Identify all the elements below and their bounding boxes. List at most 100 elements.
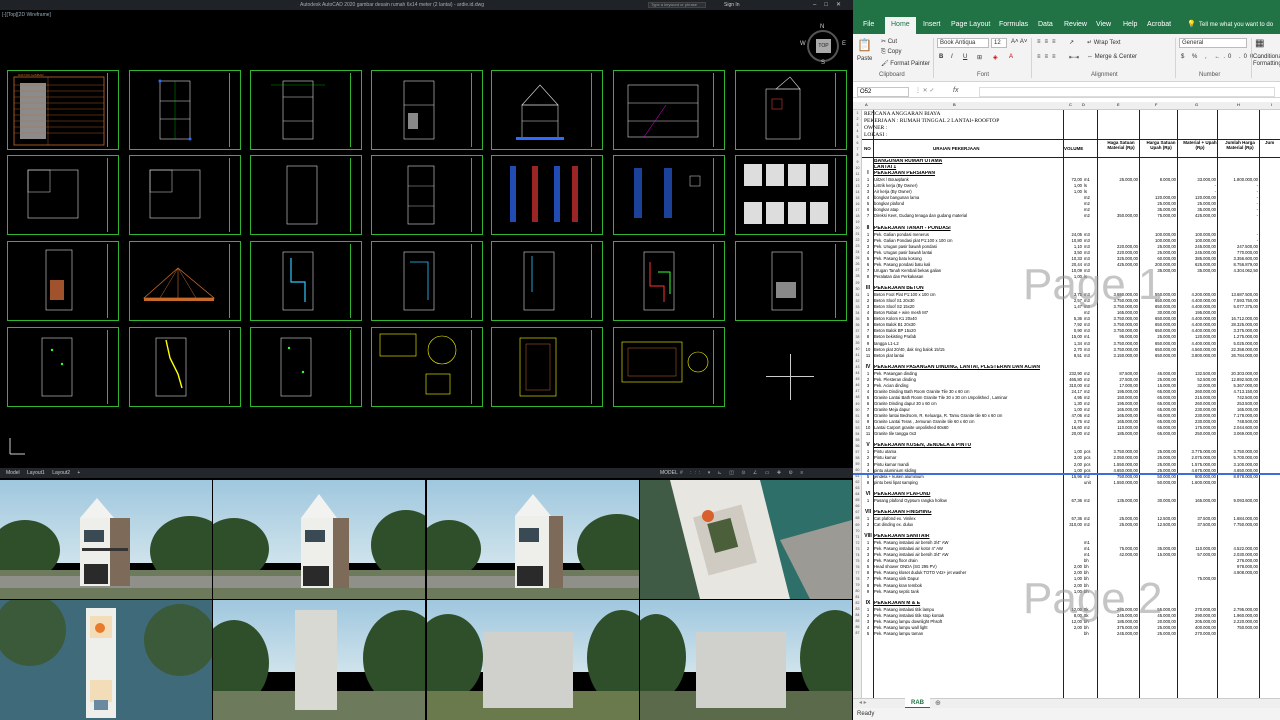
tab-help[interactable]: Help xyxy=(1123,17,1137,34)
drawing-sheet[interactable]: DAFTAR GAMBAR xyxy=(7,70,119,150)
table-row[interactable]: 4 Pek. Pasang floor drain bh 276.000,00 xyxy=(862,558,1280,563)
row-header[interactable]: 18 xyxy=(853,214,862,218)
table-row[interactable]: 7 Beton Balok BP 15x20 0,90 m3 3.750.000,00 6… xyxy=(862,328,1280,333)
row-header[interactable]: 38 xyxy=(853,335,862,339)
row-header[interactable]: 56 xyxy=(853,444,862,448)
drawing-sheet[interactable] xyxy=(7,155,119,235)
row-header[interactable]: 73 xyxy=(853,547,862,551)
sheet-project[interactable]: PEKERJAAN : RUMAH TINGGAL 2 LANTAI+ROOFT… xyxy=(864,118,999,124)
table-row[interactable]: 6 Beton Balok B1 20x30 7,92 m3 3.750.000,00 6… xyxy=(862,322,1280,327)
row-header[interactable]: 7 xyxy=(853,147,862,151)
row-header[interactable]: 49 xyxy=(853,402,862,406)
row-header[interactable]: 21 xyxy=(853,232,862,236)
table-row[interactable] xyxy=(862,359,1280,364)
col-harga-material-header[interactable]: Haga Satuan Material (Rp) xyxy=(1103,140,1139,150)
row-header[interactable]: 27 xyxy=(853,268,862,272)
copy-button[interactable]: ⎘ Copy xyxy=(881,49,901,56)
font-name-select[interactable]: Book Antiqua xyxy=(937,38,989,48)
row-header[interactable]: 19 xyxy=(853,220,862,224)
align-left-icons[interactable]: ≡≡≡ xyxy=(1037,54,1060,60)
row-header[interactable]: 46 xyxy=(853,383,862,387)
drawing-sheet[interactable] xyxy=(129,327,241,407)
table-row[interactable] xyxy=(862,437,1280,442)
table-row[interactable] xyxy=(862,504,1280,509)
table-row[interactable]: 9 Granite Lantai Teras , Jemuran Granite … xyxy=(862,419,1280,424)
row-header[interactable]: 37 xyxy=(853,329,862,333)
row-header[interactable]: 41 xyxy=(853,353,862,357)
drawing-sheet[interactable] xyxy=(613,70,725,150)
fill-color-icon[interactable]: ◈ xyxy=(993,54,998,61)
col-no-header[interactable]: NO xyxy=(864,146,871,151)
table-row[interactable]: 6 pintu besi lipat samping unit 1.550.000,0… xyxy=(862,480,1280,485)
row-header[interactable]: 72 xyxy=(853,541,862,545)
number-format-select[interactable]: General xyxy=(1179,38,1247,48)
row-header[interactable]: 48 xyxy=(853,395,862,399)
add-sheet-icon[interactable]: ⊕ xyxy=(935,699,941,707)
sheet-nav-arrows[interactable]: ◂ ▸ xyxy=(859,699,867,706)
row-header[interactable]: 45 xyxy=(853,377,862,381)
table-row[interactable]: 9 tangga L1-L2 1,34 m3 3.750.000,00 650.000,0… xyxy=(862,341,1280,346)
col-header[interactable]: B xyxy=(953,102,956,107)
section-row[interactable]: II PEKERJAAN TANAH - PONDASI xyxy=(862,225,1280,231)
row-header[interactable]: 51 xyxy=(853,414,862,418)
col-material-upah-header[interactable]: Material + Upah (Rp) xyxy=(1183,140,1217,150)
section-row[interactable]: V PEKERJAAN KUSEN, JENDELA & PINTU xyxy=(862,443,1280,448)
table-row[interactable]: 3 Pintu kamar mandi 2,00 pcs 1.550.000,00 25.… xyxy=(862,462,1280,467)
sheet-location[interactable]: LOKASI : xyxy=(864,132,887,138)
table-row[interactable]: 3 Air kerja (By Owner) 1,00 ls - - xyxy=(862,189,1280,194)
row-header[interactable]: 44 xyxy=(853,371,862,375)
table-row[interactable]: 1 Pek. Pasangan dinding 232,90 m2 87.500,00 4… xyxy=(862,371,1280,376)
row-header[interactable]: 62 xyxy=(853,480,862,484)
row-header[interactable]: 40 xyxy=(853,347,862,351)
row-header[interactable]: 8 xyxy=(853,153,862,157)
row-header[interactable]: 64 xyxy=(853,492,862,496)
table-row[interactable]: 1 Pek. Pasang instalasi air bersih 3/4" A… xyxy=(862,540,1280,545)
row-header[interactable]: 66 xyxy=(853,504,862,508)
row-header[interactable]: 42 xyxy=(853,359,862,363)
tab-page-layout[interactable]: Page Layout xyxy=(951,17,990,34)
col-header[interactable]: I xyxy=(1271,102,1272,107)
drawing-sheet[interactable] xyxy=(129,155,241,235)
row-header[interactable]: 78 xyxy=(853,577,862,581)
merge-center-button[interactable]: ⇔ Merge & Center xyxy=(1087,54,1137,60)
row-header[interactable]: 76 xyxy=(853,565,862,569)
drawing-sheet[interactable] xyxy=(735,155,847,235)
row-header[interactable]: 55 xyxy=(853,438,862,442)
row-header[interactable]: 84 xyxy=(853,613,862,617)
row-header[interactable]: 16 xyxy=(853,202,862,206)
drawing-sheet[interactable] xyxy=(491,327,603,407)
row-header[interactable]: 35 xyxy=(853,317,862,321)
font-color-icon[interactable]: A xyxy=(1009,54,1013,60)
table-row[interactable]: 10 Beton plat 20/40, dak ring balok 15/15… xyxy=(862,347,1280,352)
row-header[interactable]: 83 xyxy=(853,607,862,611)
row-header[interactable]: 75 xyxy=(853,559,862,563)
drawing-sheet[interactable] xyxy=(250,241,362,321)
row-header[interactable]: 80 xyxy=(853,589,862,593)
row-header[interactable]: 36 xyxy=(853,323,862,327)
section-row[interactable]: BANGUNAN RUMAH UTAMA xyxy=(862,159,1280,164)
drawing-sheet[interactable] xyxy=(371,241,483,321)
table-row[interactable]: 4 bongkar bangunan lama m2 120.000,00 120.00… xyxy=(862,195,1280,200)
table-row[interactable]: 1 Cat plafond ex. Vinilex 67,36 m2 25.000,00… xyxy=(862,516,1280,521)
col-volume-header[interactable]: VOLUME xyxy=(1064,146,1083,151)
add-layout-button[interactable]: + xyxy=(77,470,80,476)
drawing-sheet[interactable] xyxy=(613,327,725,407)
drawing-sheet[interactable] xyxy=(250,70,362,150)
table-row[interactable]: 4 Granite Dinding Bath Room Granite Tile … xyxy=(862,389,1280,394)
table-row[interactable]: 5 bongkar plafond m2 25.000,00 25.000,00 - xyxy=(862,201,1280,206)
drawing-sheet[interactable] xyxy=(129,241,241,321)
drawing-sheet[interactable] xyxy=(371,327,483,407)
col-header[interactable]: A xyxy=(865,102,868,107)
bold-button[interactable]: B xyxy=(939,54,943,60)
italic-button[interactable]: I xyxy=(951,54,953,60)
table-row[interactable] xyxy=(862,486,1280,491)
tab-review[interactable]: Review xyxy=(1064,17,1087,34)
table-row[interactable]: 4 Pek. Pasang lampu wall light 2,00 bh 375.0… xyxy=(862,625,1280,630)
row-header[interactable]: 32 xyxy=(853,299,862,303)
row-header[interactable]: 13 xyxy=(853,184,862,188)
drawing-sheet[interactable] xyxy=(613,155,725,235)
row-header[interactable]: 67 xyxy=(853,510,862,514)
tab-file[interactable]: File xyxy=(863,17,874,34)
row-header[interactable]: 54 xyxy=(853,432,862,436)
table-row[interactable]: 1 Pasang plafond Gypsum rangka hollow 67,3… xyxy=(862,498,1280,503)
